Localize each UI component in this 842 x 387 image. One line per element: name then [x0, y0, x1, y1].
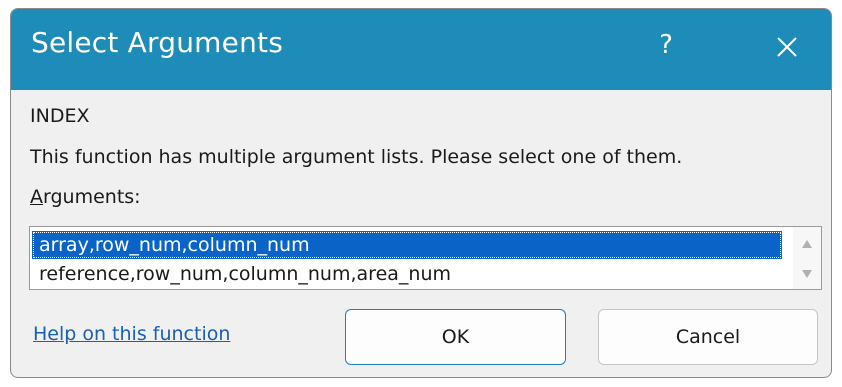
arguments-label: Arguments:	[30, 186, 141, 208]
scroll-up-arrow-icon[interactable]	[801, 239, 813, 249]
dialog-title: Select Arguments	[31, 26, 283, 59]
help-button[interactable]: ?	[651, 25, 681, 65]
close-icon	[777, 37, 797, 57]
close-button[interactable]	[767, 27, 807, 67]
list-item-reference[interactable]: reference,row_num,column_num,area_num	[32, 260, 451, 288]
ok-button[interactable]: OK	[345, 309, 566, 365]
arguments-label-access-key: A	[30, 186, 43, 208]
help-on-function-link[interactable]: Help on this function	[33, 323, 230, 345]
scroll-down-arrow-icon[interactable]	[801, 269, 813, 279]
arguments-listbox[interactable]: array,row_num,column_num reference,row_n…	[29, 226, 822, 290]
listbox-scrollbar[interactable]	[793, 227, 821, 289]
list-item-array[interactable]: array,row_num,column_num	[32, 231, 782, 259]
select-arguments-dialog: Select Arguments ? INDEX This function h…	[10, 8, 832, 378]
function-description: This function has multiple argument list…	[30, 146, 683, 168]
cancel-button[interactable]: Cancel	[598, 309, 818, 365]
title-bar: Select Arguments ?	[11, 9, 831, 90]
arguments-label-rest: rguments:	[43, 186, 141, 208]
function-name: INDEX	[30, 105, 90, 127]
